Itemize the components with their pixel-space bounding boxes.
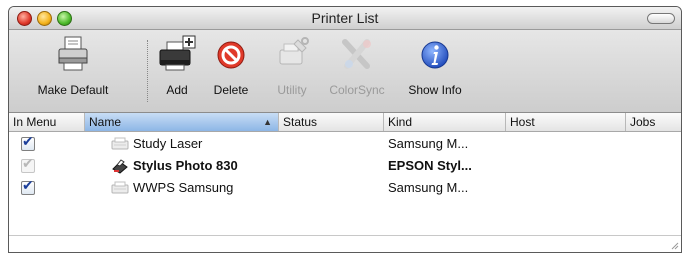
colorsync-icon [342, 39, 371, 69]
printer-kind: Samsung M... [388, 136, 469, 151]
colorsync-label: ColorSync [329, 83, 385, 97]
show-info-label: Show Info [408, 83, 462, 97]
delete-button[interactable]: Delete [205, 34, 257, 97]
toolbar-toggle-button[interactable] [647, 13, 675, 24]
make-default-label: Make Default [37, 83, 109, 97]
column-header-status[interactable]: Status [279, 113, 384, 131]
table-row[interactable]: ✔ Stylus Photo 830 EPSON Styl... [9, 155, 681, 177]
add-printer-icon [159, 35, 196, 71]
in-menu-checkbox[interactable]: ✔ [21, 133, 35, 151]
table-row[interactable]: ✔ Study Laser Samsung M... [9, 133, 681, 155]
printer-list-window: Printer List Make Default Add Delete Uti… [8, 6, 682, 253]
table-bottom-divider [9, 235, 681, 236]
toolbar: Make Default Add Delete Utility ColorSyn… [9, 30, 681, 113]
printer-default-icon [58, 36, 88, 71]
sort-ascending-icon: ▲ [263, 117, 272, 127]
column-header-name[interactable]: Name ▲ [85, 113, 279, 131]
printer-kind: EPSON Styl... [388, 158, 472, 173]
add-label: Add [166, 83, 188, 97]
column-header-jobs[interactable]: Jobs [626, 113, 681, 131]
checkmark-icon: ✔ [22, 155, 34, 171]
printer-kind: Samsung M... [388, 180, 469, 195]
printer-name: Stylus Photo 830 [133, 158, 238, 173]
column-header-kind[interactable]: Kind [384, 113, 506, 131]
add-button[interactable]: Add [157, 34, 197, 97]
column-header-row: In Menu Name ▲ Status Kind Host Jobs [9, 113, 681, 132]
in-menu-checkbox[interactable]: ✔ [21, 155, 35, 173]
in-menu-checkbox[interactable]: ✔ [21, 177, 35, 195]
printer-name: Study Laser [133, 136, 203, 151]
delete-icon [217, 41, 245, 69]
laser-printer-icon [111, 181, 129, 194]
laser-printer-icon [111, 137, 129, 150]
show-info-button[interactable]: Show Info [399, 34, 471, 97]
make-default-button[interactable]: Make Default [23, 34, 123, 97]
checkmark-icon: ✔ [22, 177, 34, 193]
delete-label: Delete [213, 83, 249, 97]
printer-name: WWPS Samsung [133, 180, 234, 195]
title-bar[interactable]: Printer List [9, 7, 681, 30]
column-header-host[interactable]: Host [506, 113, 626, 131]
utility-button[interactable]: Utility [267, 34, 317, 97]
toolbar-separator [147, 40, 148, 102]
info-icon [421, 41, 449, 69]
inkjet-printer-icon [112, 159, 128, 174]
checkmark-icon: ✔ [22, 133, 34, 149]
resize-grip-icon[interactable] [669, 240, 679, 250]
utility-label: Utility [277, 83, 307, 97]
utility-icon [279, 37, 309, 65]
table-row[interactable]: ✔ WWPS Samsung Samsung M... [9, 177, 681, 199]
window-title: Printer List [311, 10, 379, 26]
colorsync-button[interactable]: ColorSync [325, 34, 389, 97]
column-header-in-menu[interactable]: In Menu [9, 113, 85, 131]
